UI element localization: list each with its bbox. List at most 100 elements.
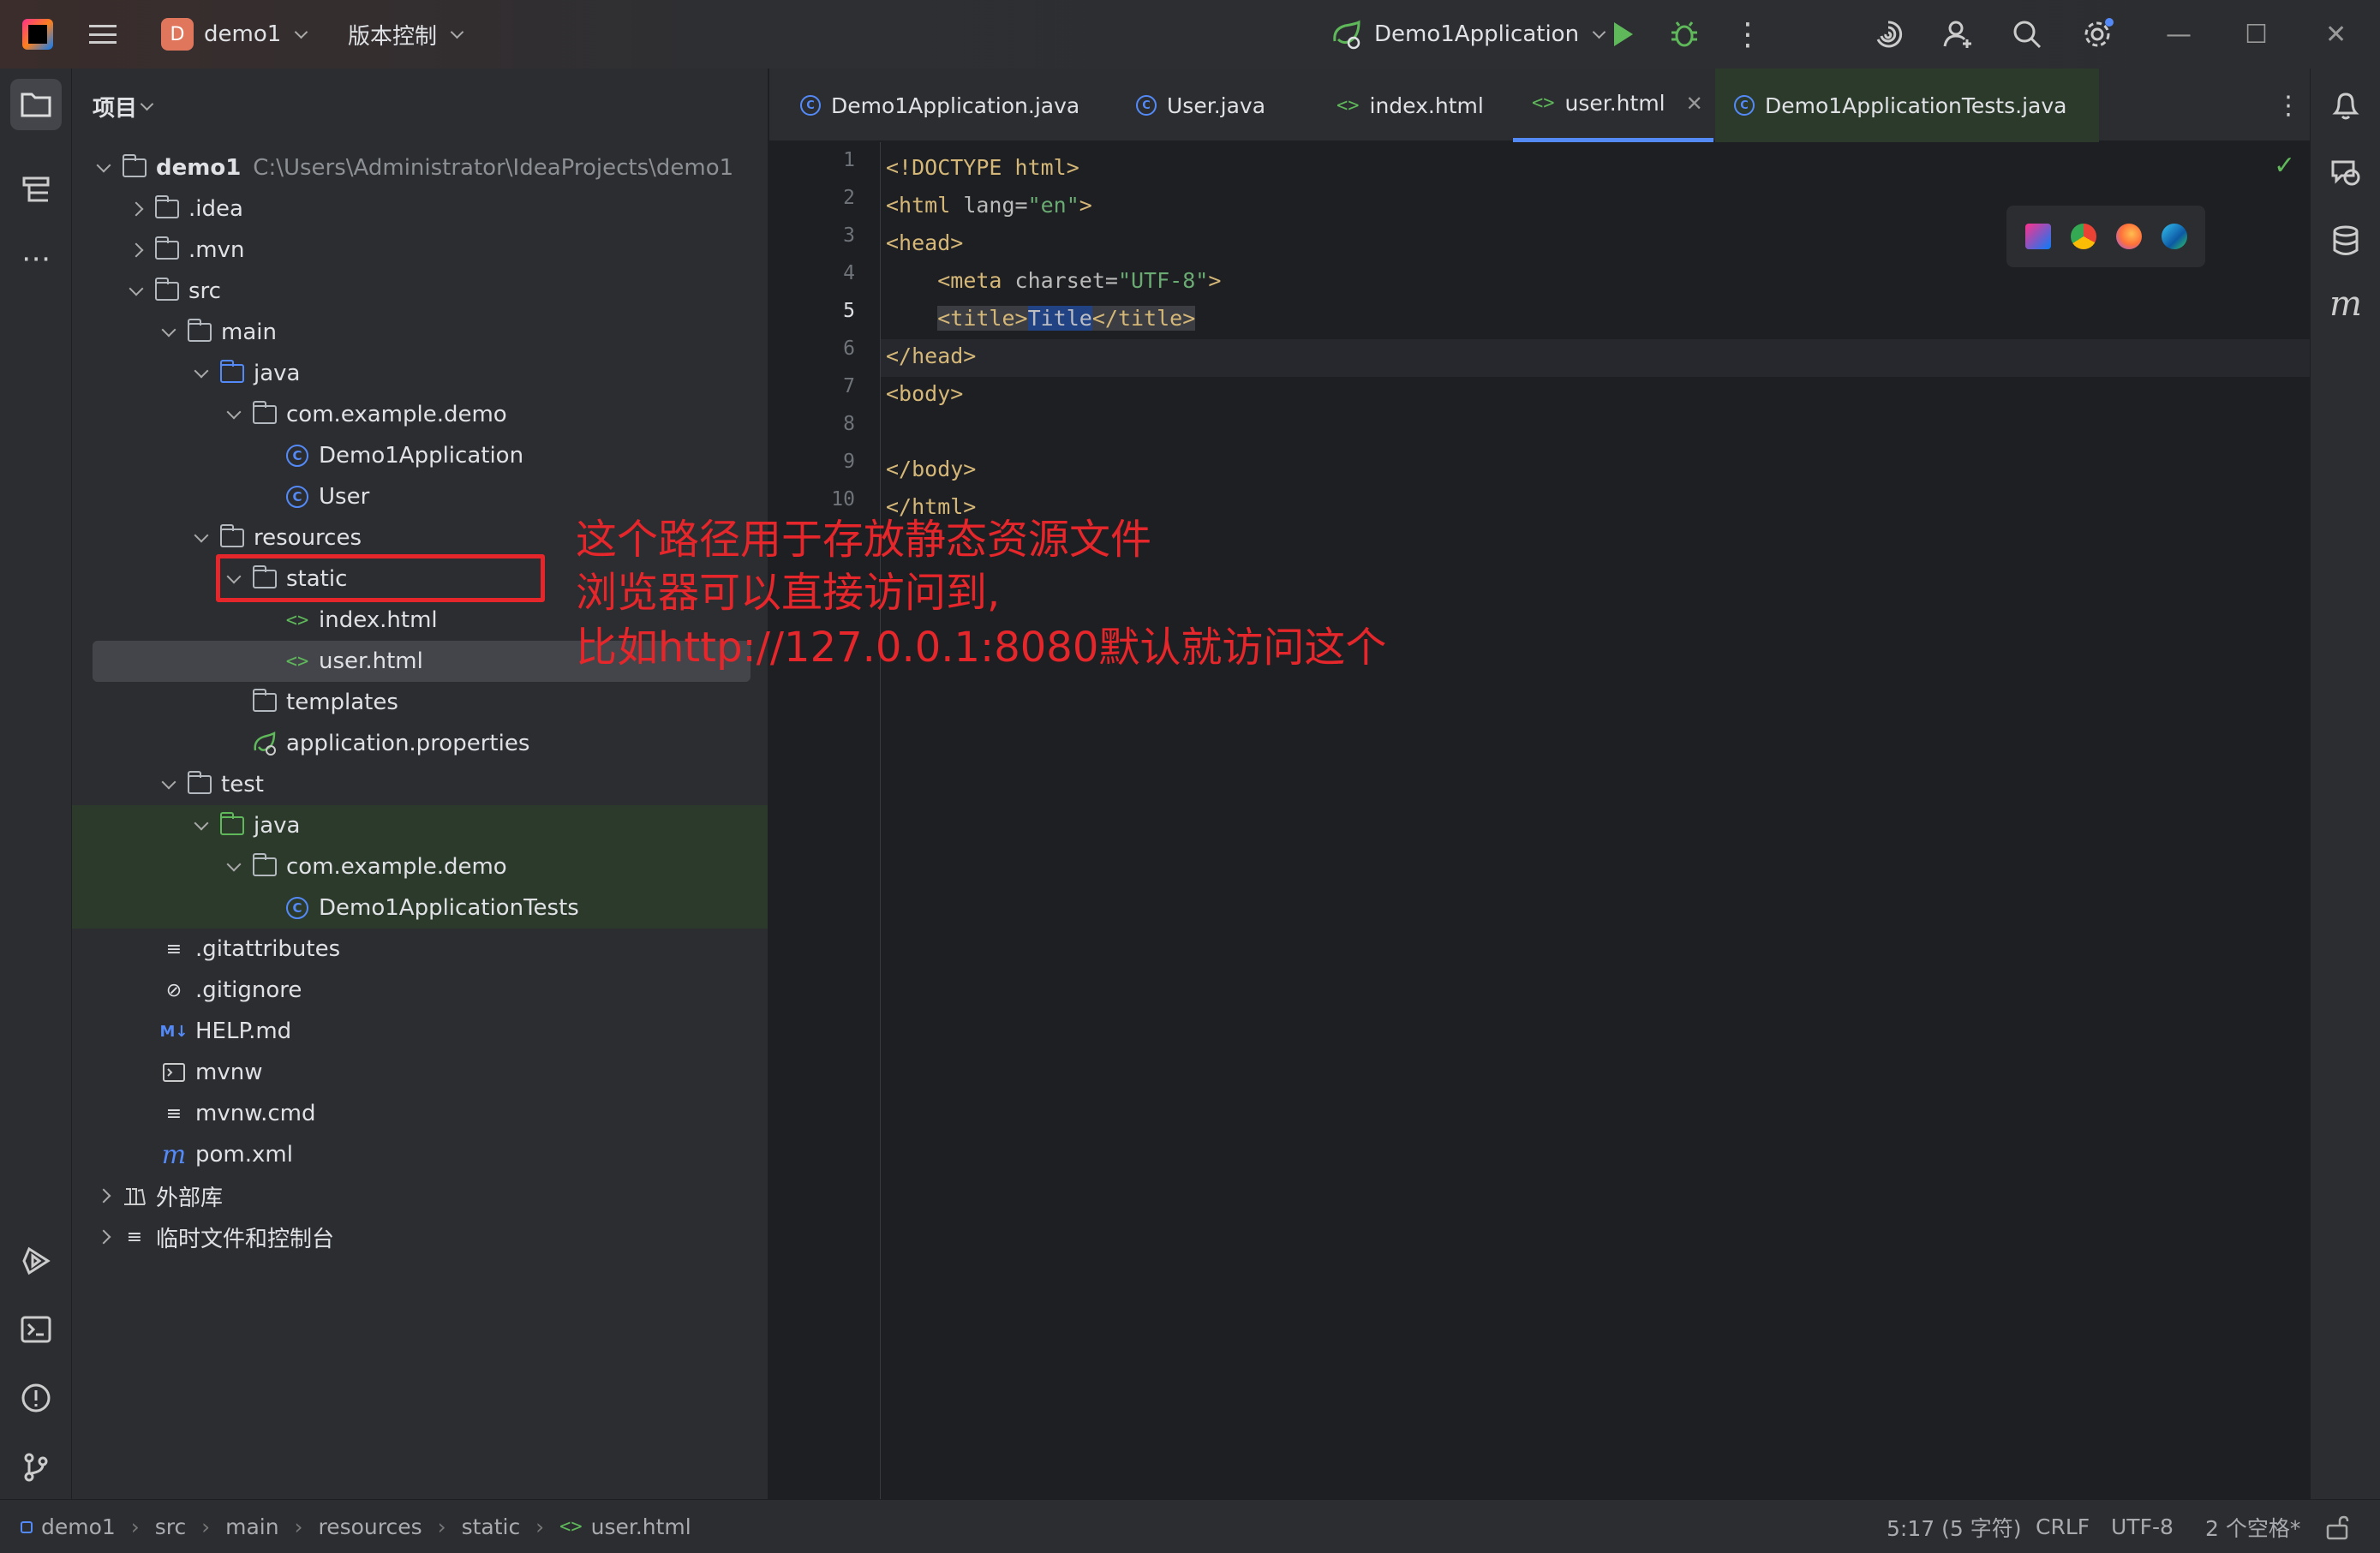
html-file-icon: <> — [1337, 94, 1360, 116]
vcs-menu[interactable]: 版本控制 — [348, 0, 464, 69]
code-line-6: </head> — [886, 343, 977, 368]
line-number: 5 — [843, 300, 855, 322]
edge-icon[interactable] — [2161, 224, 2187, 249]
source-folder-icon — [218, 360, 247, 386]
tree-item-external-libraries[interactable]: 外部库 — [72, 1175, 768, 1216]
maven-button[interactable]: m — [2324, 283, 2367, 326]
more-tools-button[interactable]: ⋯ — [10, 233, 62, 284]
tree-item-label: User — [319, 484, 370, 510]
tree-item-test[interactable]: test — [72, 764, 768, 805]
services-tool-button[interactable] — [10, 1235, 62, 1287]
play-icon — [1614, 22, 1633, 46]
html-file-icon: <> — [559, 1516, 583, 1538]
tab-demo1applicationtests-java[interactable]: C Demo1ApplicationTests.java — [1715, 69, 2099, 142]
debug-button[interactable] — [1669, 0, 1700, 69]
close-window-button[interactable]: ✕ — [2325, 0, 2347, 69]
tree-item-label: pom.xml — [195, 1142, 293, 1168]
annotation-text-line-2: 浏览器可以直接访问到, — [576, 569, 1001, 617]
chevron-down-icon — [158, 782, 180, 787]
chevron-down-icon — [140, 97, 154, 111]
spring-class-icon: C — [800, 95, 821, 116]
structure-tool-button[interactable] — [10, 164, 62, 216]
minimize-button[interactable]: — — [2166, 0, 2192, 69]
notifications-button[interactable] — [2324, 84, 2367, 127]
tree-item-scratches[interactable]: ≡ 临时文件和控制台 — [72, 1216, 768, 1257]
tree-item-mvnw[interactable]: mvnw — [72, 1052, 768, 1093]
warning-circle-icon — [21, 1383, 51, 1413]
run-button[interactable] — [1614, 0, 1633, 69]
project-panel-header[interactable]: 项目 — [93, 91, 154, 122]
chevron-right-icon — [125, 204, 147, 214]
tree-item-test-java[interactable]: java — [72, 805, 768, 846]
html-file-icon: <> — [285, 650, 309, 672]
tree-item-application-properties[interactable]: application.properties — [72, 723, 768, 764]
project-switcher[interactable]: D demo1 — [161, 0, 308, 69]
tree-item-demo1[interactable]: demo1 C:\Users\Administrator\IdeaProject… — [72, 147, 768, 188]
line-number: 6 — [843, 337, 855, 360]
tree-item-mvn[interactable]: .mvn — [72, 230, 768, 271]
settings-button[interactable] — [2080, 0, 2114, 69]
tree-item-java[interactable]: java — [72, 353, 768, 394]
tree-item-package[interactable]: com.example.demo — [72, 394, 768, 435]
text-file-icon: ≡ — [165, 1102, 182, 1125]
tree-item-templates[interactable]: templates — [72, 682, 768, 723]
app-logo[interactable] — [22, 0, 53, 69]
more-actions-button[interactable]: ⋮ — [1732, 0, 1763, 69]
database-button[interactable] — [2324, 219, 2367, 262]
tree-item-gitignore[interactable]: ⊘ .gitignore — [72, 970, 768, 1011]
tab-user-html[interactable]: <> user.html ✕ — [1513, 69, 1713, 142]
tree-item-label: .idea — [188, 196, 243, 222]
shell-script-icon — [159, 1060, 188, 1085]
read-only-toggle[interactable] — [2325, 1500, 2349, 1553]
file-encoding[interactable]: UTF-8 — [2111, 1500, 2174, 1553]
line-ending[interactable]: CRLF — [2036, 1500, 2090, 1553]
tree-item-gitattributes[interactable]: ≡ .gitattributes — [72, 929, 768, 970]
tab-user-java[interactable]: C User.java — [1117, 69, 1284, 142]
tree-item-demo1applicationtests[interactable]: C Demo1ApplicationTests — [72, 887, 768, 929]
editor-tab-bar: C Demo1Application.java C User.java <> i… — [769, 69, 2310, 142]
status-bar: demo1 › src › main › resources › static … — [0, 1499, 2380, 1553]
search-button[interactable] — [2012, 0, 2042, 69]
breadcrumb-item[interactable]: resources — [319, 1514, 422, 1539]
maximize-button[interactable]: ☐ — [2245, 0, 2268, 69]
tree-item-label: user.html — [319, 648, 423, 674]
project-tool-button[interactable] — [10, 79, 62, 130]
breadcrumb-item[interactable]: user.html — [591, 1514, 691, 1539]
tree-item-src[interactable]: src — [72, 271, 768, 312]
code-line-7: <body> — [886, 380, 964, 406]
tree-item-help-md[interactable]: M↓ HELP.md — [72, 1011, 768, 1052]
left-tool-strip: ⋯ — [0, 69, 72, 1499]
intellij-browser-icon[interactable] — [2024, 224, 2051, 249]
markdown-icon: M↓ — [159, 1022, 188, 1041]
tree-item-idea[interactable]: .idea — [72, 188, 768, 230]
indent-setting[interactable]: 2 个空格* — [2205, 1500, 2300, 1553]
tree-item-path: C:\Users\Administrator\IdeaProjects\demo… — [253, 155, 734, 181]
tab-demo1application-java[interactable]: C Demo1Application.java — [781, 69, 1098, 142]
breadcrumb-item[interactable]: demo1 — [41, 1514, 116, 1539]
run-config-selector[interactable]: Demo1Application — [1330, 0, 1606, 69]
main-menu-button[interactable] — [89, 0, 117, 69]
breadcrumb: demo1 › src › main › resources › static … — [21, 1500, 691, 1553]
problems-tool-button[interactable] — [10, 1372, 62, 1424]
tree-item-test-package[interactable]: com.example.demo — [72, 846, 768, 887]
caret-position[interactable]: 5:17 (5 字符) — [1887, 1500, 2021, 1553]
terminal-tool-button[interactable] — [10, 1304, 62, 1355]
git-tool-button[interactable] — [10, 1441, 62, 1492]
breadcrumb-item[interactable]: src — [155, 1514, 187, 1539]
chrome-icon[interactable] — [2070, 224, 2096, 249]
close-icon[interactable]: ✕ — [1686, 92, 1703, 116]
tree-item-main[interactable]: main — [72, 312, 768, 353]
ai-chat-button[interactable] — [2324, 151, 2367, 194]
tree-item-mvnw-cmd[interactable]: ≡ mvnw.cmd — [72, 1093, 768, 1134]
ai-assistant-button[interactable] — [1873, 0, 1904, 69]
package-icon — [250, 853, 279, 880]
breadcrumb-item[interactable]: main — [225, 1514, 278, 1539]
add-user-button[interactable] — [1943, 0, 1974, 69]
tree-item-pom-xml[interactable]: m pom.xml — [72, 1134, 768, 1175]
firefox-icon[interactable] — [2115, 224, 2142, 249]
breadcrumb-item[interactable]: static — [462, 1514, 521, 1539]
tree-item-demo1application[interactable]: C Demo1Application — [72, 435, 768, 476]
tab-index-html[interactable]: <> index.html — [1318, 69, 1503, 142]
tree-item-label: templates — [286, 690, 398, 715]
terminal-icon — [21, 1316, 51, 1343]
